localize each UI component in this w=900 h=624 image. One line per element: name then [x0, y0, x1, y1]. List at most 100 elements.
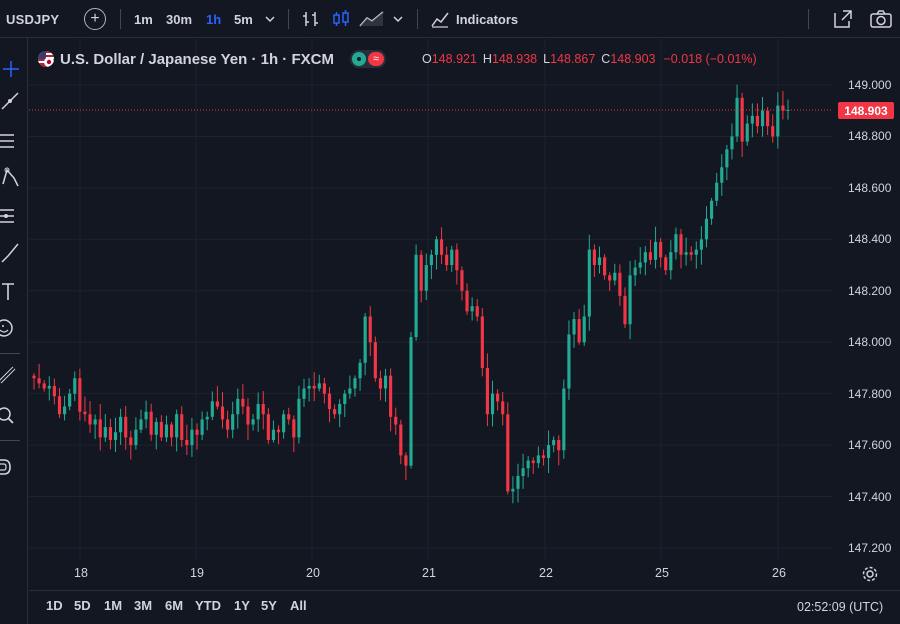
indicators-label: Indicators [456, 11, 519, 27]
trend-line-icon[interactable] [0, 90, 22, 112]
candle [592, 244, 596, 277]
ohlc-value: 148.867 [550, 52, 596, 66]
ohlc-value: 148.903 [610, 52, 656, 66]
ruler-icon[interactable] [0, 364, 22, 386]
sidebar-divider [0, 440, 20, 441]
candle [735, 84, 739, 142]
compare-symbol-button[interactable]: + [84, 8, 106, 30]
indicators-button[interactable]: Indicators [430, 0, 518, 38]
price-chart[interactable] [29, 39, 833, 559]
candle [368, 306, 372, 356]
candle [338, 399, 342, 428]
crosshair-icon[interactable] [0, 58, 22, 80]
ohlc-value: 148.921 [431, 52, 477, 66]
range-button-6m[interactable]: 6M [165, 598, 183, 613]
market-status-pill[interactable]: ≈ [349, 50, 386, 68]
candle [215, 386, 219, 410]
range-button-3m[interactable]: 3M [134, 598, 152, 613]
candle [694, 241, 698, 269]
candle [343, 390, 347, 418]
candle [725, 144, 729, 181]
candle [205, 411, 209, 431]
text-tool-icon[interactable] [0, 281, 22, 303]
candle [511, 476, 515, 504]
candle [409, 332, 413, 469]
magnet-icon[interactable] [0, 456, 22, 478]
range-button-1m[interactable]: 1M [104, 598, 122, 613]
toolbar-divider [808, 9, 809, 29]
chart-legend: U.S. Dollar / Japanese Yen · 1h · FXCM ≈ [38, 50, 386, 68]
utc-clock[interactable]: 02:52:09 (UTC) [797, 600, 883, 614]
price-tick-label: 148.600 [848, 180, 892, 195]
candle [455, 243, 459, 285]
candle [103, 414, 107, 442]
symbol-button[interactable]: USDJPY [6, 0, 59, 38]
candle [557, 435, 561, 466]
area-style-icon[interactable] [359, 0, 385, 38]
prediction-icon[interactable] [0, 204, 22, 226]
candle [266, 408, 270, 444]
candles-style-icon[interactable] [331, 0, 351, 38]
range-button-ytd[interactable]: YTD [195, 598, 221, 613]
price-tick-label: 148.800 [848, 129, 892, 144]
timeframe-30m[interactable]: 30m [166, 0, 192, 38]
candle [485, 353, 489, 427]
timeframe-5m[interactable]: 5m [234, 0, 253, 38]
range-button-1y[interactable]: 1Y [234, 598, 250, 613]
camera-icon[interactable] [869, 0, 893, 38]
candle [490, 380, 495, 427]
fib-retracement-icon[interactable] [0, 130, 22, 152]
candle [745, 115, 749, 146]
candle [419, 250, 423, 303]
time-tick-label: 25 [655, 566, 669, 580]
range-button-all[interactable]: All [290, 598, 307, 613]
range-button-5y[interactable]: 5Y [261, 598, 277, 613]
pattern-icon[interactable] [0, 166, 22, 188]
candle [297, 385, 301, 444]
candle [164, 415, 169, 443]
candle [531, 457, 535, 474]
candle [373, 336, 377, 382]
candle [755, 103, 760, 134]
candle [450, 245, 454, 272]
timeframe-1h[interactable]: 1h [206, 0, 221, 38]
candle [302, 378, 306, 407]
candle [715, 172, 719, 207]
candle [78, 368, 82, 421]
bar-style-icon[interactable] [301, 0, 321, 38]
candle [562, 379, 566, 459]
range-button-1d[interactable]: 1D [46, 598, 63, 613]
candle [73, 371, 77, 402]
indicators-icon [431, 12, 449, 28]
candle [241, 384, 245, 415]
candle [429, 249, 433, 280]
timeframe-1m[interactable]: 1m [134, 0, 153, 38]
candle [124, 405, 128, 450]
chart-type-dropdown-icon[interactable] [393, 0, 403, 38]
emoji-icon[interactable] [0, 317, 22, 339]
candle [684, 237, 688, 266]
candle [760, 97, 765, 137]
time-tick-label: 19 [190, 566, 204, 580]
timeframe-dropdown-icon[interactable] [265, 0, 275, 38]
candle [399, 419, 403, 465]
fullscreen-icon[interactable] [832, 0, 854, 38]
price-tick-label: 147.200 [848, 541, 892, 555]
candle [42, 380, 46, 392]
candle [251, 414, 255, 431]
candle [231, 401, 235, 439]
zoom-icon[interactable] [0, 404, 22, 426]
candle [88, 401, 92, 433]
bottom-toolbar [29, 590, 900, 624]
brush-icon[interactable] [0, 242, 22, 264]
candle [363, 312, 367, 376]
candle [312, 372, 316, 402]
symbol-title[interactable]: U.S. Dollar / Japanese Yen · 1h · FXCM [60, 51, 334, 68]
range-button-5d[interactable]: 5D [74, 598, 91, 613]
candle [603, 254, 607, 280]
candle [618, 264, 622, 306]
candle [185, 424, 189, 456]
wave-icon: ≈ [367, 52, 384, 66]
settings-gear-icon[interactable] [862, 566, 878, 585]
candle [465, 283, 469, 315]
